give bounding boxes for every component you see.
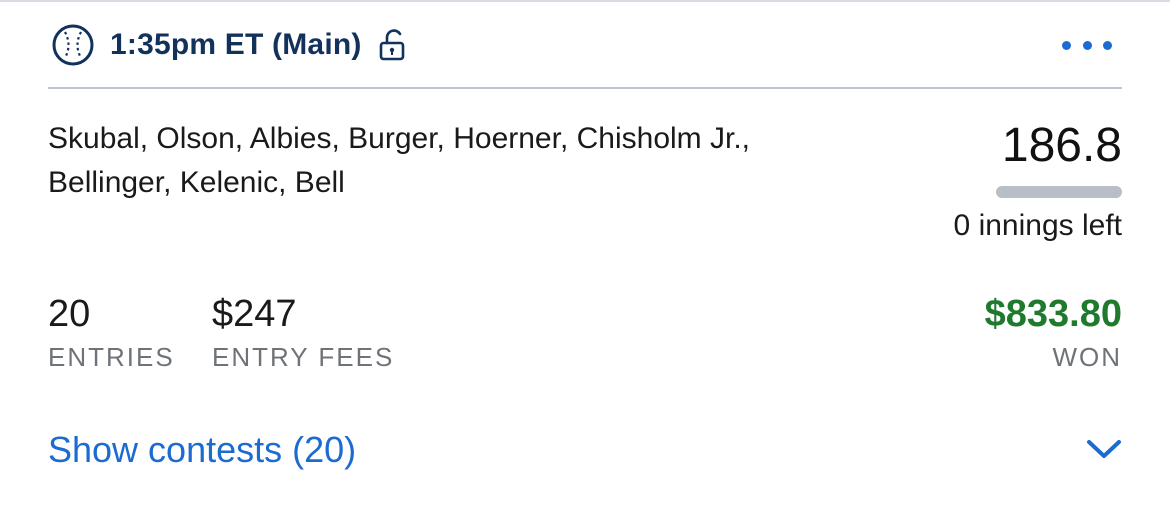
entries-label: ENTRIES <box>48 342 175 372</box>
entries-count: 20 <box>48 293 91 335</box>
innings-progress-fill <box>996 186 1122 198</box>
show-contests-link[interactable]: Show contests (20) <box>48 428 356 472</box>
innings-left: 0 innings left <box>953 209 1122 242</box>
more-horizontal-icon[interactable] <box>1062 38 1112 52</box>
header-divider <box>48 87 1122 89</box>
unlocked-padlock-icon <box>378 28 408 62</box>
lineup-score: 186.8 <box>1001 119 1122 172</box>
won-amount: $833.80 <box>984 293 1122 335</box>
entry-fees-amount: $247 <box>212 293 297 335</box>
innings-progress-bar <box>996 186 1122 198</box>
top-divider <box>0 0 1170 2</box>
won-label: WON <box>1052 342 1122 372</box>
lineup-players: Skubal, Olson, Albies, Burger, Hoerner, … <box>48 122 750 199</box>
entry-fees-label: ENTRY FEES <box>212 342 395 372</box>
chevron-down-icon[interactable] <box>1084 434 1124 464</box>
slate-title: 1:35pm ET (Main) <box>110 28 362 61</box>
baseball-icon <box>48 20 98 70</box>
slate-header: 1:35pm ET (Main) <box>48 20 1122 70</box>
